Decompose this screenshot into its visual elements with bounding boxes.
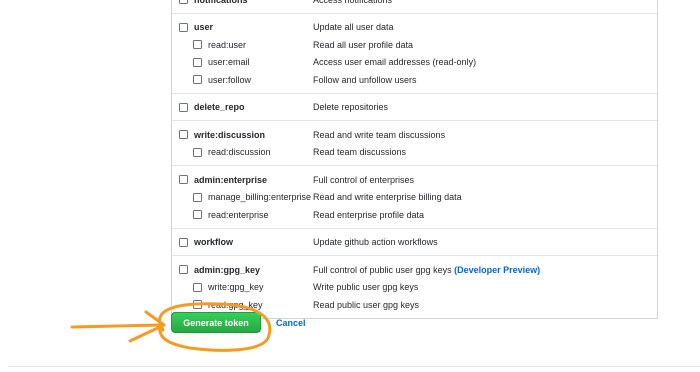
annotation-arrow-shaft: [70, 323, 164, 329]
annotation-overlay: [70, 302, 272, 352]
annotation-circle: [158, 302, 272, 352]
